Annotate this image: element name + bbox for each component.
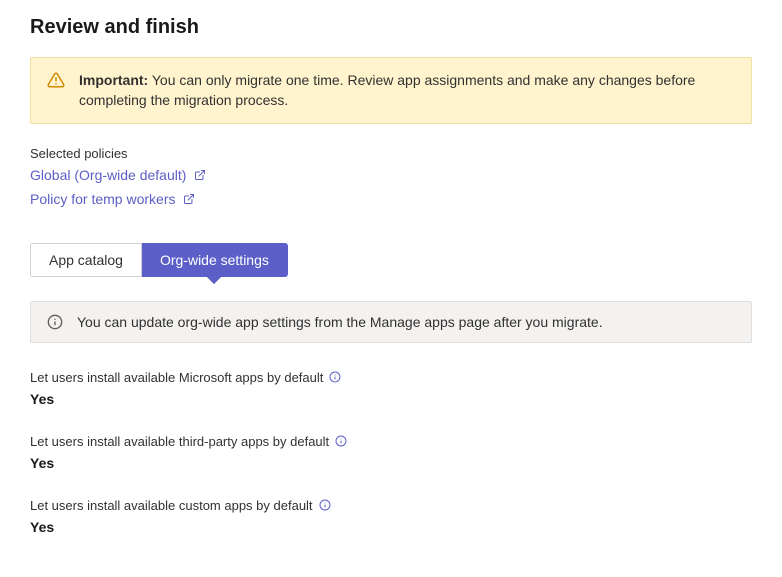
setting-label: Let users install available third-party … xyxy=(30,434,347,449)
info-icon[interactable] xyxy=(329,371,341,383)
setting-label: Let users install available Microsoft ap… xyxy=(30,370,341,385)
setting-label: Let users install available custom apps … xyxy=(30,498,331,513)
warning-text: Important: You can only migrate one time… xyxy=(79,70,735,111)
setting-value: Yes xyxy=(30,391,752,407)
warning-strong: Important: xyxy=(79,72,148,88)
warning-icon xyxy=(47,71,65,89)
warning-banner: Important: You can only migrate one time… xyxy=(30,57,752,124)
policy-link-label: Global (Org-wide default) xyxy=(30,167,186,183)
setting-microsoft-apps: Let users install available Microsoft ap… xyxy=(30,369,752,407)
tab-org-wide-settings[interactable]: Org-wide settings xyxy=(142,243,288,277)
warning-body: You can only migrate one time. Review ap… xyxy=(79,72,695,108)
setting-value: Yes xyxy=(30,519,752,535)
setting-value: Yes xyxy=(30,455,752,471)
tab-app-catalog[interactable]: App catalog xyxy=(30,243,142,277)
info-bar: You can update org-wide app settings fro… xyxy=(30,301,752,343)
policy-link-label: Policy for temp workers xyxy=(30,191,175,207)
info-bar-text: You can update org-wide app settings fro… xyxy=(77,314,603,330)
info-icon xyxy=(47,314,63,330)
info-icon[interactable] xyxy=(319,499,331,511)
policy-link-global[interactable]: Global (Org-wide default) xyxy=(30,167,206,183)
setting-custom-apps: Let users install available custom apps … xyxy=(30,497,752,535)
external-link-icon xyxy=(183,193,195,205)
selected-policies-label: Selected policies xyxy=(30,146,752,161)
setting-label-text: Let users install available custom apps … xyxy=(30,498,313,513)
external-link-icon xyxy=(194,169,206,181)
info-icon[interactable] xyxy=(335,435,347,447)
page-title: Review and finish xyxy=(30,16,752,39)
setting-third-party-apps: Let users install available third-party … xyxy=(30,433,752,471)
setting-label-text: Let users install available third-party … xyxy=(30,434,329,449)
tab-bar: App catalog Org-wide settings xyxy=(30,243,752,277)
setting-label-text: Let users install available Microsoft ap… xyxy=(30,370,323,385)
policy-links: Global (Org-wide default) Policy for tem… xyxy=(30,167,752,215)
policy-link-temp-workers[interactable]: Policy for temp workers xyxy=(30,191,195,207)
